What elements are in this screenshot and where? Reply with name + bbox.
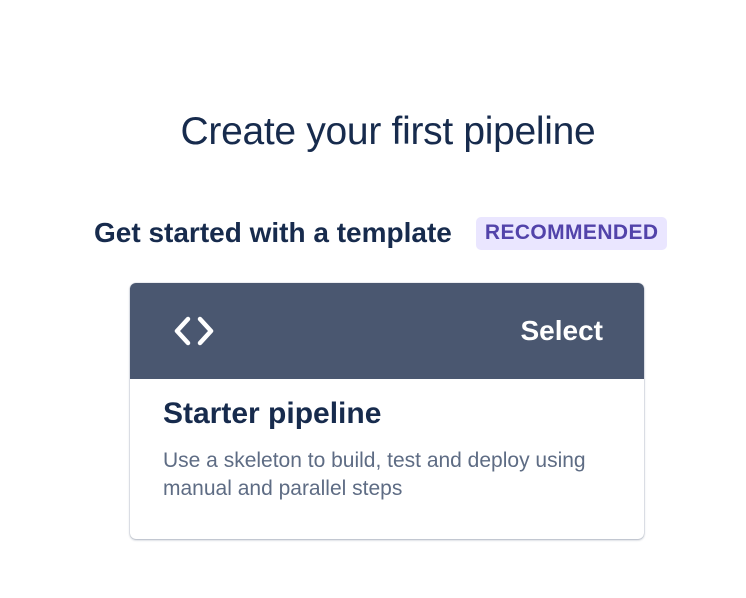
card-body: Starter pipeline Use a skeleton to build… [130, 379, 644, 503]
select-button[interactable]: Select [521, 314, 604, 348]
page-title: Create your first pipeline [180, 110, 596, 153]
card-description: Use a skeleton to build, test and deploy… [163, 449, 586, 500]
card-header-select[interactable]: Select [130, 283, 644, 379]
code-icon [173, 314, 215, 348]
template-section-header: Get started with a template RECOMMENDED [94, 216, 668, 250]
recommended-badge: RECOMMENDED [475, 216, 668, 250]
starter-pipeline-card[interactable]: Select Starter pipeline Use a skeleton t… [130, 283, 644, 539]
card-title: Starter pipeline [163, 397, 382, 430]
section-heading: Get started with a template [94, 217, 452, 248]
